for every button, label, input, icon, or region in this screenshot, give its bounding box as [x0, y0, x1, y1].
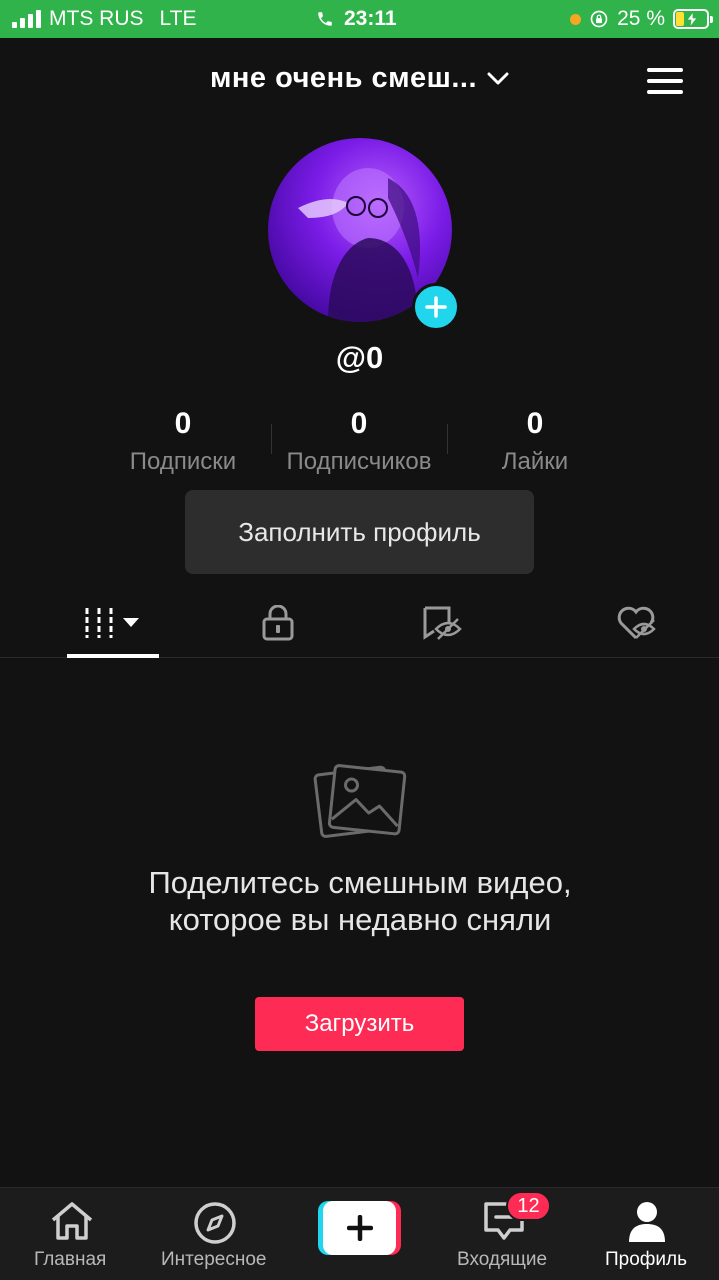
plus-icon: [346, 1215, 373, 1241]
battery-percent: 25 %: [617, 7, 665, 30]
phone-icon: [318, 12, 332, 26]
liked-heart-icon: [617, 606, 656, 640]
home-icon: [51, 1202, 93, 1240]
username: @0: [335, 340, 384, 375]
videos-grid-icon: [85, 608, 139, 638]
menu-icon[interactable]: [647, 68, 683, 94]
profile-tabs: [0, 588, 719, 658]
account-switcher[interactable]: мне очень смеш...: [0, 62, 719, 95]
nav-discover[interactable]: Интересное: [143, 1188, 288, 1280]
nav-inbox[interactable]: Входящие: [432, 1188, 577, 1280]
status-center: 23:11: [316, 0, 397, 38]
likes-label: Лайки: [501, 448, 569, 475]
battery-fill: [676, 12, 684, 26]
upload-button[interactable]: Загрузить: [255, 997, 464, 1051]
tab-hidden[interactable]: [329, 588, 554, 658]
inbox-count-badge: 12: [506, 1191, 551, 1221]
likes-count: 0: [526, 407, 544, 440]
carrier-label: MTS RUS: [49, 7, 144, 30]
signal-icon: [12, 10, 41, 28]
nav-home[interactable]: Главная: [0, 1188, 143, 1280]
clock: 23:11: [344, 7, 397, 30]
profile-header: мне очень смеш...: [0, 38, 719, 124]
profile-stats: 0 Подписки 0 Подписчиков 0 Лайки: [95, 404, 623, 484]
followers-label: Подписчиков: [286, 448, 432, 475]
nav-discover-label: Интересное: [161, 1249, 267, 1270]
empty-state-message: Поделитесь смешным видео, которое вы нед…: [148, 865, 572, 937]
following-count: 0: [174, 407, 192, 440]
compass-icon: [194, 1202, 236, 1244]
add-avatar-button[interactable]: [412, 283, 460, 331]
plus-icon: [425, 296, 447, 318]
tab-videos[interactable]: [0, 588, 226, 658]
network-label: LTE: [159, 7, 197, 30]
stat-following[interactable]: 0 Подписки: [95, 404, 271, 484]
profile-icon: [629, 1202, 665, 1242]
fill-profile-button[interactable]: Заполнить профиль: [185, 490, 534, 574]
stat-likes[interactable]: 0 Лайки: [447, 404, 623, 484]
following-label: Подписки: [129, 448, 237, 475]
page-title: мне очень смеш...: [209, 62, 478, 94]
followers-count: 0: [350, 407, 368, 440]
status-bar: MTS RUS LTE 23:11 25 %: [0, 0, 719, 38]
chevron-down-icon: [487, 72, 509, 84]
nav-profile[interactable]: Профиль: [577, 1188, 719, 1280]
orange-dot: [570, 13, 582, 25]
hidden-eye-icon: [423, 606, 462, 640]
nav-inbox-label: Входящие: [457, 1249, 548, 1270]
stat-followers[interactable]: 0 Подписчиков: [271, 404, 447, 484]
photo-placeholder-icon: [313, 764, 407, 838]
rotation-lock-icon: [590, 10, 608, 28]
status-right: 25 %: [570, 0, 713, 38]
nav-home-label: Главная: [34, 1249, 107, 1270]
tab-liked[interactable]: [554, 588, 719, 658]
tab-private[interactable]: [226, 588, 329, 658]
battery-charging-icon: [673, 9, 713, 29]
create-button[interactable]: [318, 1201, 401, 1255]
status-left: MTS RUS LTE: [12, 0, 196, 38]
private-lock-icon: [262, 605, 293, 641]
nav-profile-label: Профиль: [605, 1249, 688, 1270]
